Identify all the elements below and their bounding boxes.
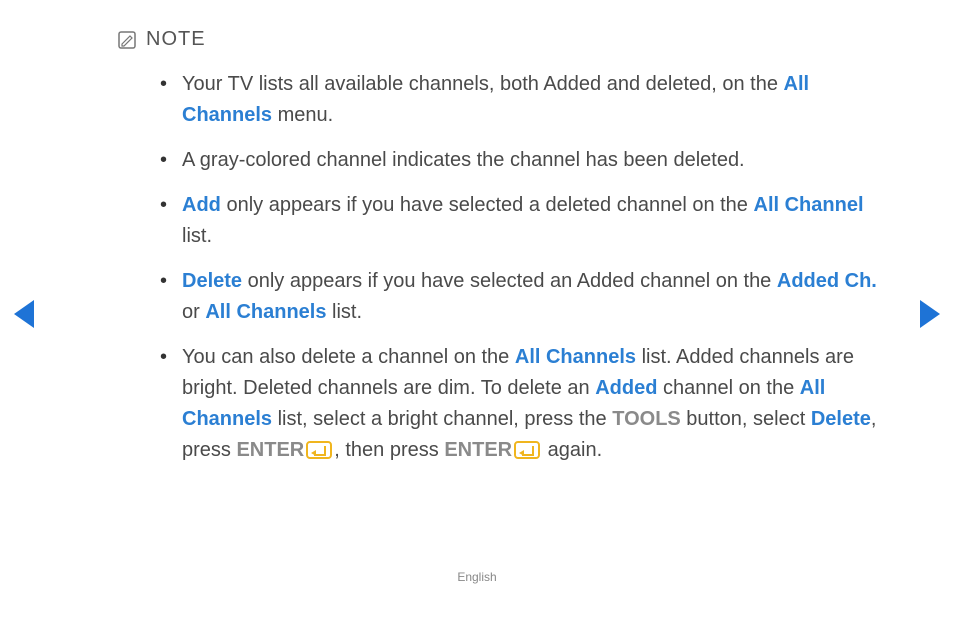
text: only appears if you have selected an Add… bbox=[242, 270, 777, 292]
keyword-delete: Delete bbox=[811, 408, 871, 430]
text: list, select a bright channel, press the bbox=[272, 408, 612, 430]
enter-icon bbox=[306, 441, 332, 459]
page-content: NOTE Your TV lists all available channel… bbox=[0, 0, 954, 466]
text: menu. bbox=[272, 104, 333, 126]
enter-icon bbox=[514, 441, 540, 459]
list-item: Your TV lists all available channels, bo… bbox=[160, 69, 894, 131]
text: or bbox=[182, 301, 205, 323]
text: list. bbox=[182, 225, 212, 247]
button-label-enter: ENTER bbox=[236, 439, 304, 461]
text: only appears if you have selected a dele… bbox=[221, 194, 754, 216]
keyword-delete: Delete bbox=[182, 270, 242, 292]
keyword-all-channel: All Channel bbox=[754, 194, 864, 216]
text: You can also delete a channel on the bbox=[182, 346, 515, 368]
text: channel on the bbox=[657, 377, 799, 399]
keyword-add: Add bbox=[182, 194, 221, 216]
button-label-tools: TOOLS bbox=[612, 408, 681, 430]
keyword-added: Added bbox=[595, 377, 657, 399]
footer-language: English bbox=[0, 570, 954, 584]
next-page-arrow[interactable] bbox=[920, 300, 940, 328]
text: A gray-colored channel indicates the cha… bbox=[182, 149, 745, 171]
text: , then press bbox=[334, 439, 444, 461]
text: Your TV lists all available channels, bo… bbox=[182, 73, 784, 95]
button-label-enter: ENTER bbox=[444, 439, 512, 461]
list-item: You can also delete a channel on the All… bbox=[160, 342, 894, 466]
list-item: A gray-colored channel indicates the cha… bbox=[160, 145, 894, 176]
keyword-all-channels: All Channels bbox=[515, 346, 636, 368]
note-label: NOTE bbox=[146, 28, 206, 51]
note-header: NOTE bbox=[118, 28, 894, 51]
prev-page-arrow[interactable] bbox=[14, 300, 34, 328]
list-item: Delete only appears if you have selected… bbox=[160, 266, 894, 328]
text: again. bbox=[542, 439, 602, 461]
note-bullet-list: Your TV lists all available channels, bo… bbox=[120, 69, 894, 466]
keyword-added-ch: Added Ch. bbox=[777, 270, 877, 292]
keyword-all-channels: All Channels bbox=[205, 301, 326, 323]
text: list. bbox=[326, 301, 362, 323]
note-icon bbox=[118, 31, 136, 49]
list-item: Add only appears if you have selected a … bbox=[160, 190, 894, 252]
text: button, select bbox=[681, 408, 811, 430]
